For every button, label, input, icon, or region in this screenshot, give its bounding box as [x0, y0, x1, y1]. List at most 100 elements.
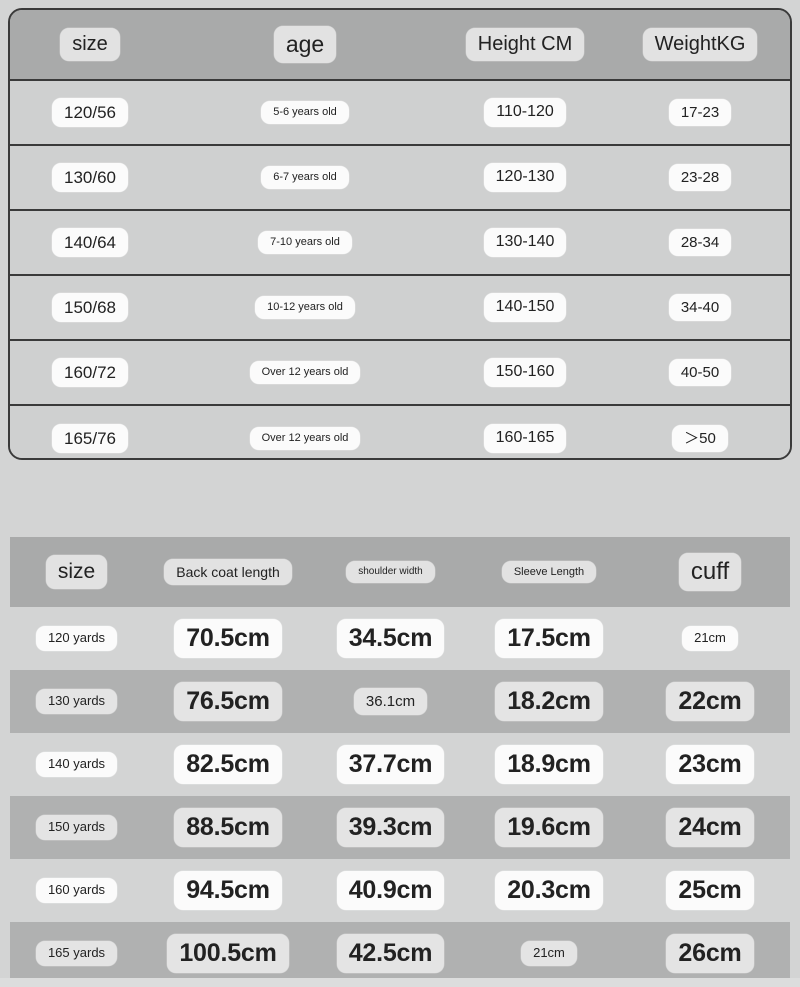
cell-age: 5-6 years old — [170, 101, 440, 124]
column-header-sleeve-length-label: Sleeve Length — [501, 560, 597, 584]
cell-size-value: 130 yards — [35, 689, 118, 714]
cell-shoulder-width: 34.5cm — [313, 619, 468, 658]
cell-weight-value: ＞50 — [672, 424, 728, 453]
cell-height-value: 130-140 — [483, 228, 567, 257]
cell-cuff-value: 22cm — [666, 682, 754, 721]
cell-shoulder-width: 39.3cm — [313, 808, 468, 847]
cell-cuff-value: 21cm — [682, 626, 738, 651]
cell-height-value: 160-165 — [483, 424, 567, 453]
cell-weight: 34-40 — [610, 293, 790, 322]
cell-height: 110-120 — [440, 98, 610, 127]
cell-sleeve-length: 21cm — [468, 941, 630, 966]
cell-back-coat-length: 88.5cm — [143, 808, 313, 847]
cell-shoulder-width-value: 40.9cm — [336, 871, 445, 910]
cell-size: 160/72 — [10, 357, 170, 388]
cell-size: 140/64 — [10, 227, 170, 258]
cell-size-value: 140/64 — [52, 227, 128, 258]
cell-sleeve-length-value: 20.3cm — [495, 871, 603, 910]
cell-cuff: 25cm — [630, 871, 790, 910]
cell-back-coat-length-value: 100.5cm — [167, 934, 289, 973]
cell-cuff: 22cm — [630, 682, 790, 721]
column-header-size: size — [10, 28, 170, 61]
cell-size-value: 140 yards — [35, 752, 118, 777]
cell-weight-value: 34-40 — [668, 293, 732, 322]
cell-size: 140 yards — [10, 752, 143, 777]
cell-age-value: 6-7 years old — [261, 166, 349, 189]
cell-weight: 40-50 — [610, 358, 790, 387]
bottom-strip — [0, 978, 800, 987]
cell-size-value: 160/72 — [52, 357, 128, 388]
cell-shoulder-width-value: 34.5cm — [336, 619, 445, 658]
cell-sleeve-length: 18.9cm — [468, 745, 630, 784]
cell-age-value: Over 12 years old — [249, 361, 361, 384]
table-row: 140 yards 82.5cm 37.7cm 18.9cm 23cm — [10, 733, 790, 796]
cell-weight-value: 28-34 — [668, 228, 732, 257]
cell-shoulder-width-value: 37.7cm — [336, 745, 445, 784]
cell-cuff: 21cm — [630, 626, 790, 651]
cell-age: 7-10 years old — [170, 231, 440, 254]
cell-height: 120-130 — [440, 163, 610, 192]
cell-age-value: 10-12 years old — [255, 296, 355, 319]
cell-weight: 17-23 — [610, 98, 790, 127]
cell-height-value: 140-150 — [483, 293, 567, 322]
cell-size: 165/76 — [10, 423, 170, 454]
column-header-age: age — [170, 26, 440, 63]
measurement-chart-table: size Back coat length shoulder width Sle… — [10, 537, 790, 985]
cell-size: 150 yards — [10, 815, 143, 840]
cell-height: 160-165 — [440, 424, 610, 453]
cell-cuff: 26cm — [630, 934, 790, 973]
cell-height: 130-140 — [440, 228, 610, 257]
column-header-back-coat-length: Back coat length — [143, 558, 313, 586]
cell-height: 150-160 — [440, 358, 610, 387]
cell-cuff-value: 23cm — [666, 745, 754, 784]
cell-sleeve-length-value: 19.6cm — [495, 808, 603, 847]
cell-back-coat-length-value: 76.5cm — [174, 682, 282, 721]
column-header-shoulder-width: shoulder width — [313, 561, 468, 583]
cell-back-coat-length-value: 70.5cm — [174, 619, 282, 658]
table-row: 160 yards 94.5cm 40.9cm 20.3cm 25cm — [10, 859, 790, 922]
cell-sleeve-length: 18.2cm — [468, 682, 630, 721]
cell-sleeve-length-value: 18.2cm — [495, 682, 603, 721]
cell-age: Over 12 years old — [170, 361, 440, 384]
measurement-header-row: size Back coat length shoulder width Sle… — [10, 537, 790, 607]
cell-height-value: 150-160 — [483, 358, 567, 387]
cell-sleeve-length: 17.5cm — [468, 619, 630, 658]
cell-sleeve-length-value: 18.9cm — [495, 745, 603, 784]
cell-sleeve-length-value: 17.5cm — [495, 619, 603, 658]
cell-size: 130 yards — [10, 689, 143, 714]
cell-height-value: 110-120 — [484, 98, 566, 127]
cell-shoulder-width: 37.7cm — [313, 745, 468, 784]
cell-back-coat-length: 100.5cm — [143, 934, 313, 973]
column-header-cuff-label: cuff — [678, 553, 742, 591]
cell-size: 150/68 — [10, 292, 170, 323]
size-chart-table: size age Height CM WeightKG 120/56 5-6 y… — [8, 8, 792, 460]
cell-size-value: 165/76 — [52, 423, 128, 454]
cell-size: 165 yards — [10, 941, 143, 966]
column-header-size-label: size — [45, 554, 108, 590]
table-row: 150/68 10-12 years old 140-150 34-40 — [10, 276, 790, 341]
cell-sleeve-length: 20.3cm — [468, 871, 630, 910]
table-row: 120 yards 70.5cm 34.5cm 17.5cm 21cm — [10, 607, 790, 670]
cell-size-value: 120 yards — [35, 626, 118, 651]
cell-cuff-value: 25cm — [666, 871, 754, 910]
cell-back-coat-length: 82.5cm — [143, 745, 313, 784]
cell-back-coat-length: 76.5cm — [143, 682, 313, 721]
cell-weight: ＞50 — [610, 424, 790, 453]
table-row: 165 yards 100.5cm 42.5cm 21cm 26cm — [10, 922, 790, 985]
cell-age-value: 5-6 years old — [261, 101, 349, 124]
column-header-weight-label: WeightKG — [642, 28, 758, 61]
cell-size-value: 160 yards — [35, 878, 118, 903]
cell-age: 6-7 years old — [170, 166, 440, 189]
column-header-back-coat-length-label: Back coat length — [164, 558, 292, 586]
cell-shoulder-width: 36.1cm — [313, 687, 468, 716]
cell-weight: 23-28 — [610, 163, 790, 192]
column-header-size: size — [10, 554, 143, 590]
cell-size-value: 150 yards — [35, 815, 118, 840]
table-row: 130 yards 76.5cm 36.1cm 18.2cm 22cm — [10, 670, 790, 733]
cell-height: 140-150 — [440, 293, 610, 322]
column-header-size-label: size — [60, 28, 120, 61]
cell-size: 120/56 — [10, 97, 170, 128]
cell-back-coat-length-value: 82.5cm — [174, 745, 282, 784]
cell-weight: 28-34 — [610, 228, 790, 257]
cell-age: 10-12 years old — [170, 296, 440, 319]
